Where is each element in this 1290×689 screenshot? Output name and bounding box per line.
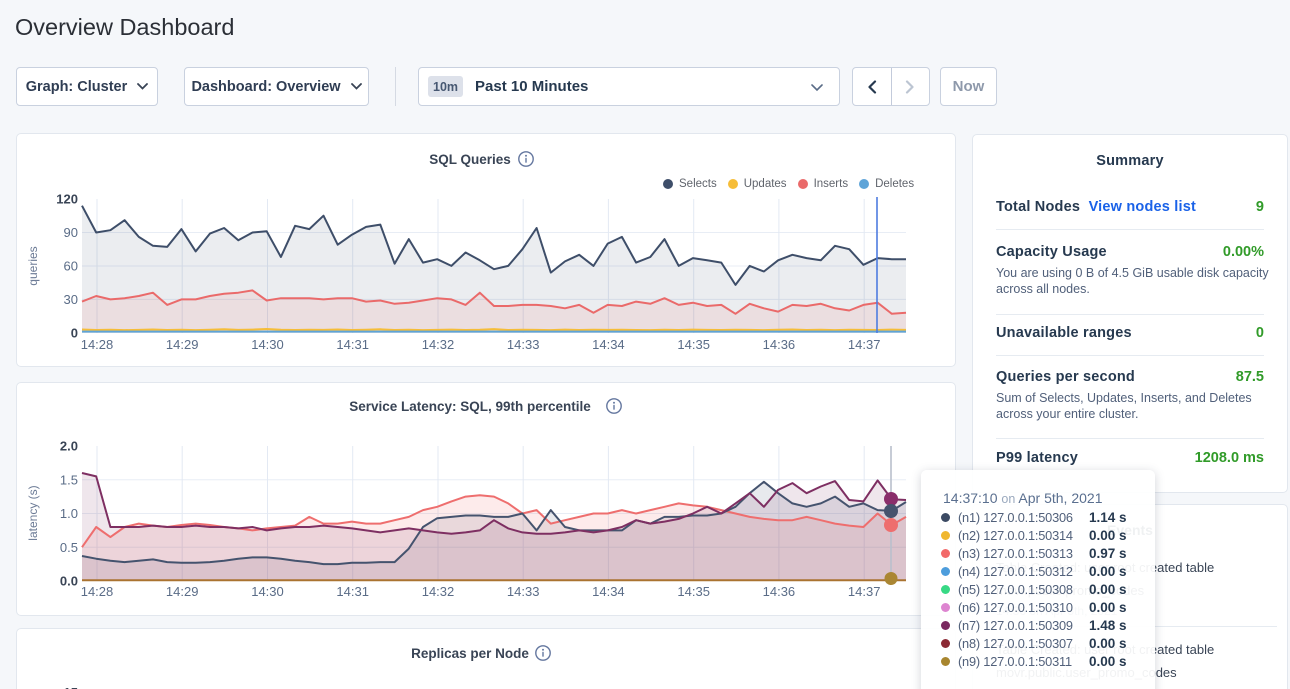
- svg-text:14:37: 14:37: [848, 337, 881, 352]
- svg-text:14:33: 14:33: [507, 584, 540, 599]
- svg-text:0.5: 0.5: [60, 540, 78, 555]
- svg-text:14:33: 14:33: [507, 337, 540, 352]
- svg-text:14:35: 14:35: [677, 337, 710, 352]
- svg-text:14:35: 14:35: [677, 584, 710, 599]
- svg-text:latency (s): latency (s): [26, 485, 40, 540]
- svg-text:14:28: 14:28: [81, 584, 114, 599]
- svg-text:14:31: 14:31: [336, 584, 369, 599]
- svg-text:14:32: 14:32: [422, 584, 455, 599]
- svg-text:14:32: 14:32: [422, 337, 455, 352]
- svg-text:14:36: 14:36: [763, 584, 796, 599]
- svg-text:1.0: 1.0: [60, 506, 78, 521]
- svg-text:14:31: 14:31: [336, 337, 369, 352]
- svg-text:60: 60: [64, 259, 78, 274]
- svg-text:queries: queries: [26, 246, 40, 285]
- svg-text:2.0: 2.0: [60, 439, 78, 454]
- svg-text:90: 90: [64, 225, 78, 240]
- svg-text:14:30: 14:30: [251, 584, 284, 599]
- svg-text:1.5: 1.5: [60, 472, 78, 487]
- svg-text:14:29: 14:29: [166, 584, 199, 599]
- svg-text:14:29: 14:29: [166, 337, 199, 352]
- svg-text:14:34: 14:34: [592, 584, 625, 599]
- svg-text:14:36: 14:36: [763, 337, 796, 352]
- svg-text:14:30: 14:30: [251, 337, 284, 352]
- svg-text:14:34: 14:34: [592, 337, 625, 352]
- svg-text:30: 30: [64, 292, 78, 307]
- svg-text:14:37: 14:37: [848, 584, 881, 599]
- svg-text:0: 0: [71, 325, 78, 340]
- svg-text:0.0: 0.0: [60, 574, 78, 589]
- svg-text:120: 120: [56, 192, 78, 207]
- svg-text:14:28: 14:28: [81, 337, 114, 352]
